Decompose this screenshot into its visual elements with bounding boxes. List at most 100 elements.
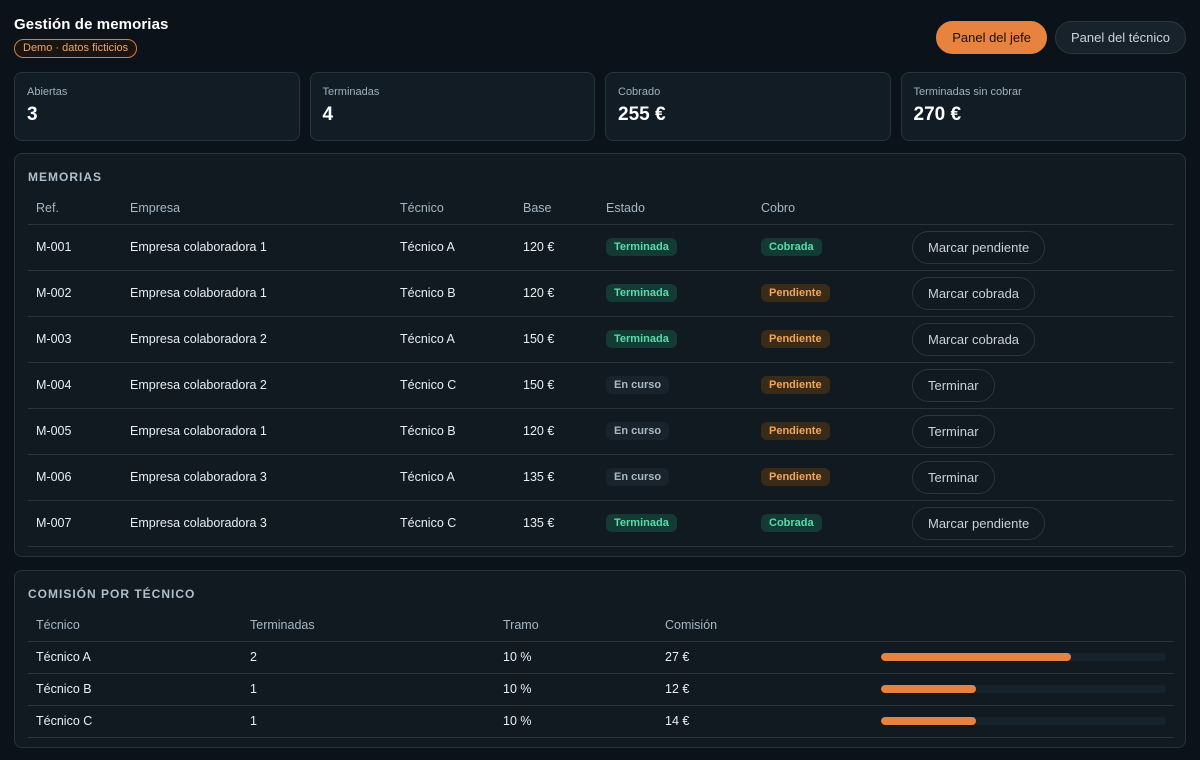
column-header-base: Base — [515, 192, 598, 225]
mark-pending-button[interactable]: Marcar pendiente — [912, 230, 1046, 264]
cell-empresa: Empresa colaboradora 1 — [122, 224, 392, 271]
table-row: M-002 Empresa colaboradora 1 Técnico B 1… — [28, 270, 1174, 317]
stats-row: Abiertas 3 Terminadas 4 Cobrado 255 € Te… — [14, 72, 1186, 141]
cell-cobro: Cobrada — [753, 500, 904, 547]
cell-action: Terminar — [904, 408, 1174, 455]
comision-table: Técnico Terminadas Tramo Comisión Técnic… — [28, 609, 1174, 738]
cell-cobro: Pendiente — [753, 316, 904, 363]
stat-label: Cobrado — [618, 86, 661, 98]
table-header-row: Técnico Terminadas Tramo Comisión — [28, 609, 1174, 642]
finish-button[interactable]: Terminar — [912, 368, 995, 402]
stat-label: Abiertas — [27, 86, 68, 98]
cell-empresa: Empresa colaboradora 1 — [122, 408, 392, 455]
cell-base: 135 € — [515, 454, 598, 501]
cell-bar — [873, 673, 1174, 706]
progress-bar — [881, 685, 976, 693]
status-badge: En curso — [606, 422, 670, 440]
cell-terminadas: 2 — [242, 641, 495, 674]
cell-action: Marcar pendiente — [904, 500, 1174, 547]
cell-terminadas: 1 — [242, 673, 495, 706]
cell-bar — [873, 641, 1174, 674]
cell-tecnico: Técnico B — [28, 673, 242, 706]
payment-badge: Cobrada — [761, 238, 822, 256]
cell-base: 120 € — [515, 224, 598, 271]
cell-empresa: Empresa colaboradora 3 — [122, 500, 392, 547]
status-badge: Terminada — [606, 514, 677, 532]
cell-estado: En curso — [598, 362, 753, 409]
role-switcher: Panel del jefe Panel del técnico — [936, 21, 1186, 54]
table-row: M-006 Empresa colaboradora 3 Técnico A 1… — [28, 454, 1174, 501]
status-badge: Terminada — [606, 330, 677, 348]
cell-action: Marcar cobrada — [904, 316, 1174, 363]
payment-badge: Pendiente — [761, 468, 830, 486]
cell-cobro: Cobrada — [753, 224, 904, 271]
cell-empresa: Empresa colaboradora 2 — [122, 316, 392, 363]
column-header-bar — [873, 609, 1174, 642]
cell-action: Terminar — [904, 454, 1174, 501]
table-row: M-005 Empresa colaboradora 1 Técnico B 1… — [28, 408, 1174, 455]
column-header-ref: Ref. — [28, 192, 122, 225]
cell-action: Terminar — [904, 362, 1174, 409]
cell-bar — [873, 705, 1174, 738]
cell-estado: Terminada — [598, 316, 753, 363]
stat-value: 3 — [27, 104, 38, 125]
cell-estado: Terminada — [598, 224, 753, 271]
stat-label: Terminadas sin cobrar — [913, 86, 1022, 98]
column-header-actions — [904, 192, 1174, 225]
mark-paid-button[interactable]: Marcar cobrada — [912, 276, 1036, 310]
cell-tecnico: Técnico A — [392, 454, 515, 501]
stat-value: 4 — [322, 104, 334, 125]
cell-ref: M-004 — [28, 362, 122, 409]
cell-tecnico: Técnico B — [392, 270, 515, 317]
stat-value: 255 € — [618, 104, 666, 125]
payment-badge: Cobrada — [761, 514, 822, 532]
cell-comision: 12 € — [657, 673, 873, 706]
cell-cobro: Pendiente — [753, 270, 904, 317]
cell-ref: M-002 — [28, 270, 122, 317]
progress-bar — [881, 653, 1072, 661]
column-header-empresa: Empresa — [122, 192, 392, 225]
stat-label: Terminadas — [322, 86, 380, 98]
cell-cobro: Pendiente — [753, 362, 904, 409]
stat-card-abiertas: Abiertas 3 — [14, 72, 300, 141]
cell-tecnico: Técnico A — [392, 224, 515, 271]
cell-estado: Terminada — [598, 270, 753, 317]
table-row: M-003 Empresa colaboradora 2 Técnico A 1… — [28, 316, 1174, 363]
mark-pending-button[interactable]: Marcar pendiente — [912, 506, 1046, 540]
memorias-panel: MEMORIAS Ref. Empresa Técnico Base Estad… — [14, 153, 1186, 557]
memorias-title: MEMORIAS — [28, 170, 102, 184]
cell-cobro: Pendiente — [753, 408, 904, 455]
cell-tecnico: Técnico A — [392, 316, 515, 363]
payment-badge: Pendiente — [761, 422, 830, 440]
status-badge: En curso — [606, 468, 670, 486]
status-badge: Terminada — [606, 238, 677, 256]
comision-panel: COMISIÓN POR TÉCNICO Técnico Terminadas … — [14, 570, 1186, 748]
cell-empresa: Empresa colaboradora 1 — [122, 270, 392, 317]
payment-badge: Pendiente — [761, 330, 830, 348]
demo-badge: Demo · datos ficticios — [14, 39, 138, 58]
cell-estado: Terminada — [598, 500, 753, 547]
topbar: Gestión de memorias Demo · datos fictici… — [14, 16, 1186, 62]
technician-panel-button[interactable]: Panel del técnico — [1054, 21, 1186, 54]
column-header-cobro: Cobro — [753, 192, 904, 225]
payment-badge: Pendiente — [761, 284, 830, 302]
stat-card-terminadas: Terminadas 4 — [309, 72, 595, 141]
cell-estado: En curso — [598, 408, 753, 455]
mark-paid-button[interactable]: Marcar cobrada — [912, 322, 1036, 356]
table-row: Técnico C 1 10 % 14 € — [28, 705, 1174, 738]
cell-base: 120 € — [515, 408, 598, 455]
boss-panel-button[interactable]: Panel del jefe — [936, 21, 1047, 54]
cell-estado: En curso — [598, 454, 753, 501]
table-row: M-001 Empresa colaboradora 1 Técnico A 1… — [28, 224, 1174, 271]
finish-button[interactable]: Terminar — [912, 414, 995, 448]
cell-ref: M-005 — [28, 408, 122, 455]
cell-cobro: Pendiente — [753, 454, 904, 501]
cell-base: 135 € — [515, 500, 598, 547]
cell-empresa: Empresa colaboradora 2 — [122, 362, 392, 409]
column-header-comision: Comisión — [657, 609, 873, 642]
cell-base: 150 € — [515, 316, 598, 363]
finish-button[interactable]: Terminar — [912, 460, 995, 494]
table-row: M-007 Empresa colaboradora 3 Técnico C 1… — [28, 500, 1174, 547]
payment-badge: Pendiente — [761, 376, 830, 394]
column-header-tecnico: Técnico — [392, 192, 515, 225]
